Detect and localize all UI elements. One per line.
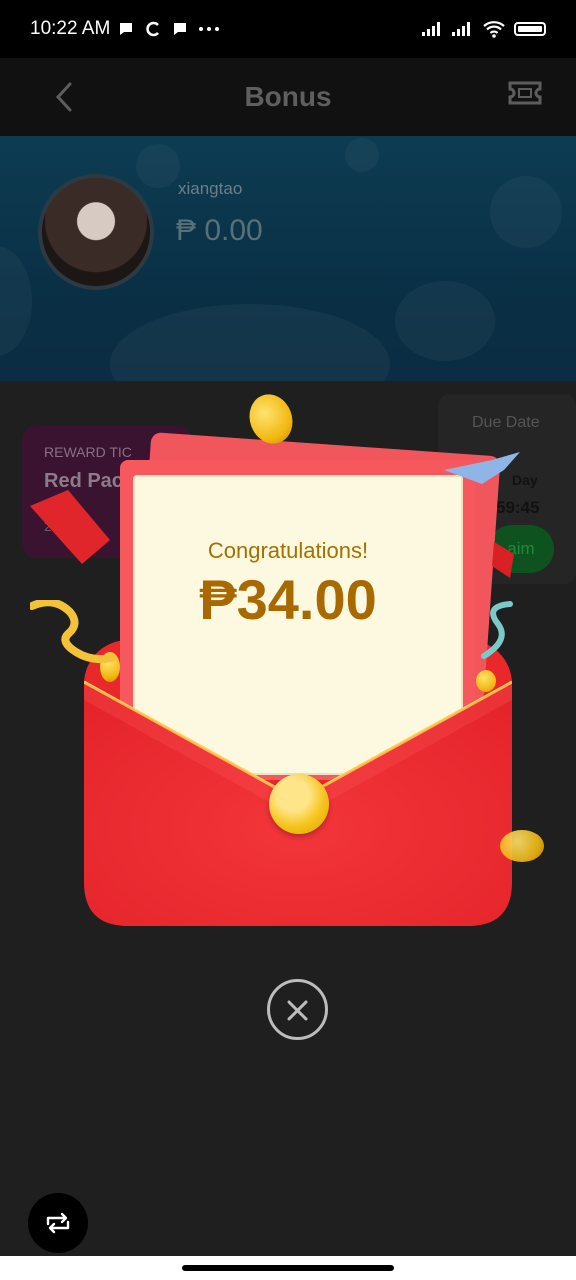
avatar[interactable]	[38, 174, 154, 290]
envelope-seal	[269, 774, 329, 834]
status-notification-icons	[118, 20, 220, 38]
navigation-bar	[0, 1256, 576, 1280]
repeat-button[interactable]	[28, 1193, 88, 1253]
banner-bubble	[110, 304, 390, 381]
confetti-blue	[444, 452, 520, 484]
countdown: 59:45	[496, 498, 540, 517]
coin-icon	[476, 670, 496, 692]
signal-icon-2	[452, 22, 474, 36]
banner-bubble	[345, 138, 379, 172]
coin-icon	[500, 830, 544, 862]
chat-icon	[120, 23, 133, 35]
wifi-icon	[483, 21, 505, 38]
home-handle[interactable]	[182, 1265, 394, 1271]
close-circle-icon[interactable]	[267, 979, 328, 1040]
profile-banner: xiangtao ₱ 0.00	[0, 136, 576, 381]
message-icon	[174, 23, 187, 35]
more-icon	[199, 27, 220, 31]
chevron-left-icon[interactable]	[50, 78, 80, 116]
balance: ₱ 0.00	[176, 214, 263, 247]
confetti-red	[30, 490, 110, 564]
banner-bubble	[0, 246, 32, 356]
confetti-yellow-ribbon	[30, 600, 116, 664]
ticket-icon[interactable]	[508, 80, 542, 106]
reward-amount: ₱34.00	[199, 568, 377, 631]
congratulations-text: Congratulations!	[207, 538, 369, 563]
status-bar: 10:22 AM	[0, 0, 576, 58]
banner-bubble	[395, 281, 495, 361]
due-date-label: Due Date	[472, 414, 540, 431]
repeat-icon	[46, 1212, 70, 1234]
battery-icon	[514, 22, 546, 36]
ticket-type-label: REWARD TIC	[44, 444, 132, 460]
confetti-red-small	[492, 542, 514, 578]
app-header: Bonus	[0, 58, 576, 136]
banner-bubble	[136, 144, 180, 188]
banner-bubble	[490, 176, 562, 248]
signal-icon	[422, 22, 444, 36]
c-icon	[146, 21, 160, 37]
page-title: Bonus	[244, 81, 332, 112]
confetti-teal-ribbon	[481, 601, 513, 659]
status-system-icons	[422, 20, 546, 38]
status-time: 10:22 AM	[30, 18, 111, 39]
username: xiangtao	[178, 179, 243, 198]
